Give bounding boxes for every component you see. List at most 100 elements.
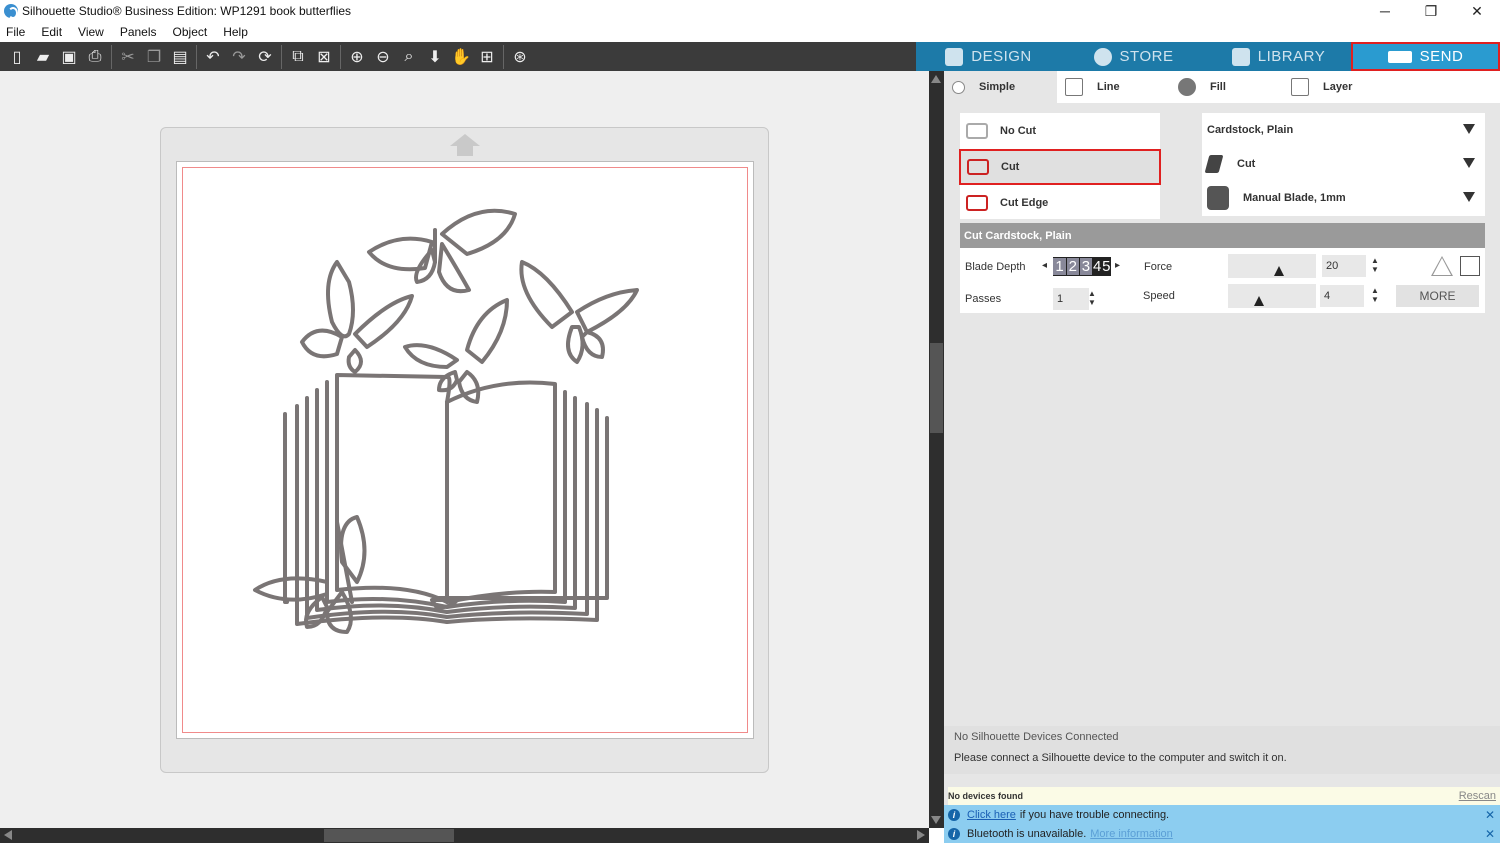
main-nav-tabs: DESIGN STORE LIBRARY SEND — [916, 42, 1500, 71]
open-folder-icon[interactable]: ▰ — [30, 45, 56, 69]
scroll-up-icon[interactable] — [931, 75, 941, 83]
horizontal-scrollbar[interactable] — [0, 828, 929, 843]
passes-stepper-icon[interactable]: ▲ ▼ — [1088, 289, 1096, 307]
tab-layer[interactable]: Layer — [1283, 71, 1396, 103]
tool-dropdown[interactable]: Manual Blade, 1mm — [1202, 181, 1485, 215]
restore-button[interactable]: ❐ — [1408, 0, 1454, 22]
tab-send[interactable]: SEND — [1351, 42, 1500, 71]
vertical-scrollbar[interactable] — [929, 71, 944, 828]
rescan-link[interactable]: Rescan — [1459, 790, 1496, 802]
ungroup-icon[interactable]: ⊠ — [311, 45, 337, 69]
depth-digit[interactable]: 1 — [1053, 258, 1066, 275]
toolbar-divider — [196, 44, 197, 69]
cut-label: Cut — [1001, 161, 1020, 173]
grid-icon — [945, 47, 964, 66]
blade-depth-selector[interactable]: 1 2 3 4 5 — [1053, 257, 1111, 276]
tab-library-label: LIBRARY — [1257, 48, 1326, 65]
scroll-left-icon[interactable] — [4, 830, 12, 840]
fill-icon — [1178, 78, 1196, 96]
depth-digit[interactable]: 5 — [1102, 258, 1110, 275]
pixscan-icon[interactable]: ⊛ — [507, 45, 533, 69]
scroll-down-icon[interactable] — [931, 816, 941, 824]
cut-edge-option[interactable]: Cut Edge — [960, 185, 1160, 221]
depth-decrease-icon[interactable]: ◂ — [1042, 260, 1047, 271]
more-information-link[interactable]: More information — [1090, 828, 1173, 840]
depth-increase-icon[interactable]: ▸ — [1115, 260, 1120, 271]
save-icon[interactable]: ▣ — [56, 45, 82, 69]
copy-icon[interactable]: ❐ — [141, 45, 167, 69]
redraw-icon[interactable]: ⟳ — [252, 45, 278, 69]
silhouette-app-icon — [4, 4, 18, 19]
action-dropdown[interactable]: Cut — [1202, 147, 1485, 181]
print-icon[interactable]: ⎙ — [82, 45, 108, 69]
page-area — [176, 161, 754, 739]
group-icon[interactable]: ⧉ — [285, 45, 311, 69]
chevron-down-icon[interactable] — [1463, 192, 1475, 202]
material-type-dropdown[interactable]: Cardstock, Plain — [1202, 113, 1485, 147]
force-stepper-icon[interactable]: ▲ ▼ — [1371, 256, 1379, 274]
tab-library[interactable]: LIBRARY — [1206, 42, 1351, 71]
vertical-scroll-thumb[interactable] — [930, 343, 943, 433]
close-button[interactable]: ✕ — [1454, 0, 1500, 22]
menu-object[interactable]: Object — [171, 25, 210, 39]
menu-file[interactable]: File — [4, 25, 27, 39]
window-title: Silhouette Studio® Business Edition: WP1… — [22, 4, 352, 18]
cut-icon[interactable]: ✂ — [115, 45, 141, 69]
chevron-down-icon[interactable] — [1463, 158, 1475, 168]
tab-store[interactable]: STORE — [1061, 42, 1206, 71]
close-icon[interactable]: ✕ — [1485, 808, 1495, 822]
tab-simple[interactable]: Simple — [944, 71, 1057, 103]
depth-digit[interactable]: 4 — [1093, 258, 1101, 275]
simple-radio[interactable] — [952, 80, 965, 94]
tab-line[interactable]: Line — [1057, 71, 1170, 103]
tab-design[interactable]: DESIGN — [916, 42, 1061, 71]
scroll-right-icon[interactable] — [917, 830, 925, 840]
horizontal-scroll-thumb[interactable] — [324, 829, 454, 842]
triangle-test-icon[interactable] — [1431, 256, 1453, 276]
paste-icon[interactable]: ▤ — [167, 45, 193, 69]
speed-slider-knob[interactable] — [1254, 296, 1264, 306]
click-here-link[interactable]: Click here — [967, 809, 1016, 821]
blade-depth-label: Blade Depth — [965, 261, 1026, 273]
toolbar-divider — [111, 44, 112, 69]
menu-panels[interactable]: Panels — [118, 25, 159, 39]
menu-view[interactable]: View — [76, 25, 106, 39]
depth-digit[interactable]: 3 — [1079, 258, 1093, 275]
redo-icon[interactable]: ↷ — [226, 45, 252, 69]
force-input[interactable]: 20 — [1322, 255, 1366, 277]
store-logo-icon — [1093, 47, 1112, 66]
speed-slider[interactable] — [1228, 284, 1316, 308]
pan-hand-icon[interactable]: ✋ — [448, 45, 474, 69]
passes-input[interactable]: 1 — [1053, 288, 1089, 310]
force-slider[interactable] — [1228, 254, 1316, 278]
passes-label: Passes — [965, 293, 1002, 305]
depth-digit[interactable]: 2 — [1066, 258, 1079, 275]
zoom-select-icon[interactable]: ⌕ — [396, 45, 422, 69]
undo-icon[interactable]: ↶ — [200, 45, 226, 69]
bluetooth-notice: i Bluetooth is unavailable. More informa… — [944, 824, 1500, 843]
connection-help-text: if you have trouble connecting. — [1019, 808, 1170, 821]
no-cut-option[interactable]: No Cut — [960, 113, 1160, 149]
design-canvas[interactable] — [0, 71, 929, 828]
minimize-button[interactable]: ─ — [1362, 0, 1408, 22]
menu-help[interactable]: Help — [221, 25, 250, 39]
test-cut-icon[interactable] — [1460, 256, 1480, 276]
close-icon[interactable]: ✕ — [1485, 827, 1495, 841]
more-button[interactable]: MORE — [1396, 285, 1479, 307]
tab-fill[interactable]: Fill — [1170, 71, 1283, 103]
cutter-icon — [1387, 50, 1412, 63]
speed-stepper-icon[interactable]: ▲ ▼ — [1371, 286, 1379, 304]
device-hint-text: Please connect a Silhouette device to th… — [954, 752, 1287, 764]
fit-page-icon[interactable]: ⊞ — [474, 45, 500, 69]
zoom-in-icon[interactable]: ⊕ — [344, 45, 370, 69]
zoom-out-icon[interactable]: ⊖ — [370, 45, 396, 69]
menu-edit[interactable]: Edit — [39, 25, 64, 39]
force-slider-knob[interactable] — [1274, 266, 1284, 276]
move-down-icon[interactable]: ⬇ — [422, 45, 448, 69]
material-options: Cardstock, Plain Cut Manual Blade, 1mm — [1202, 113, 1485, 216]
chevron-down-icon[interactable] — [1463, 124, 1475, 134]
speed-input[interactable]: 4 — [1320, 285, 1364, 307]
new-document-icon[interactable]: ▯ — [4, 45, 30, 69]
cut-option[interactable]: Cut — [959, 149, 1161, 185]
book-butterflies-artwork[interactable] — [177, 162, 755, 740]
